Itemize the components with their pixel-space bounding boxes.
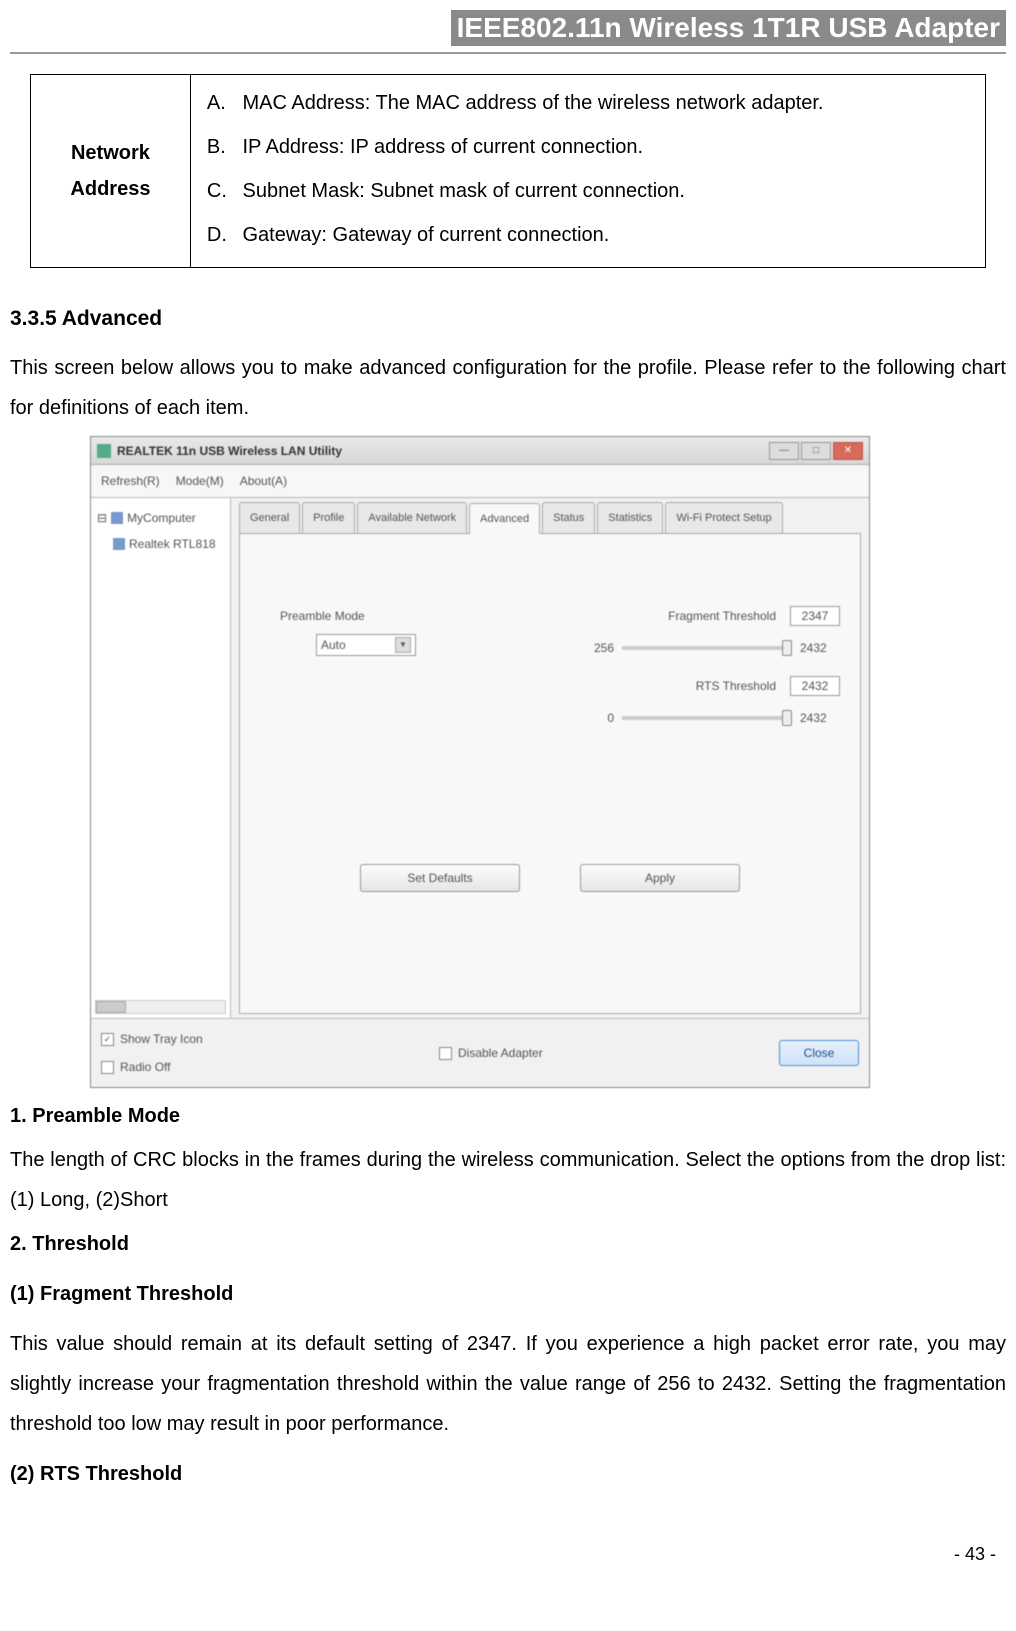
maximize-button[interactable]: □	[801, 442, 831, 460]
tab-general[interactable]: General	[239, 502, 300, 533]
disable-adapter-label: Disable Adapter	[458, 1041, 543, 1065]
adapter-icon	[113, 538, 125, 550]
list-letter: D.	[207, 215, 237, 255]
window-title: REALTEK 11n USB Wireless LAN Utility	[117, 439, 769, 463]
tree-root-label: MyComputer	[127, 506, 196, 530]
radio-off-label: Radio Off	[120, 1055, 170, 1079]
tab-available-network[interactable]: Available Network	[357, 502, 467, 533]
tree-child-label: Realtek RTL818	[129, 532, 216, 556]
app-window: REALTEK 11n USB Wireless LAN Utility — □…	[90, 436, 870, 1088]
page-title: IEEE802.11n Wireless 1T1R USB Adapter	[451, 10, 1006, 46]
threshold-heading: 2. Threshold	[10, 1224, 1006, 1264]
page-number: - 43 -	[0, 1504, 1016, 1565]
app-icon	[97, 444, 111, 458]
table-label-line1: Network	[47, 135, 174, 171]
table-row: A. MAC Address: The MAC address of the w…	[207, 83, 969, 123]
preamble-label: Preamble Mode	[280, 604, 416, 628]
close-button[interactable]: Close	[779, 1040, 859, 1066]
minimize-button[interactable]: —	[769, 442, 799, 460]
window-titlebar[interactable]: REALTEK 11n USB Wireless LAN Utility — □…	[91, 437, 869, 465]
tab-strip: General Profile Available Network Advanc…	[239, 502, 861, 534]
header-underline	[10, 52, 1006, 54]
fragment-text: This value should remain at its default …	[10, 1324, 1006, 1444]
preamble-value: Auto	[321, 633, 346, 657]
rts-min: 0	[584, 706, 614, 730]
tab-profile[interactable]: Profile	[302, 502, 355, 533]
tab-advanced[interactable]: Advanced	[469, 503, 540, 534]
list-letter: C.	[207, 171, 237, 211]
rts-label: RTS Threshold	[696, 674, 776, 698]
table-label-cell: Network Address	[30, 75, 190, 268]
fragment-slider[interactable]	[622, 646, 792, 650]
menu-about[interactable]: About(A)	[240, 469, 287, 493]
table-desc-cell: A. MAC Address: The MAC address of the w…	[190, 75, 985, 268]
menu-mode[interactable]: Mode(M)	[176, 469, 224, 493]
table-row: C. Subnet Mask: Subnet mask of current c…	[207, 171, 969, 211]
tab-wps[interactable]: Wi-Fi Protect Setup	[665, 502, 782, 533]
tab-status[interactable]: Status	[542, 502, 595, 533]
table-row: D. Gateway: Gateway of current connectio…	[207, 215, 969, 255]
section-heading: 3.3.5 Advanced	[10, 298, 1006, 340]
list-text: MAC Address: The MAC address of the wire…	[242, 92, 823, 114]
slider-thumb-icon[interactable]	[782, 640, 792, 656]
show-tray-label: Show Tray Icon	[120, 1027, 203, 1051]
computer-icon	[111, 512, 123, 524]
fragment-max: 2432	[800, 636, 840, 660]
apply-button[interactable]: Apply	[580, 864, 740, 892]
rts-slider[interactable]	[622, 716, 792, 720]
table-label-line2: Address	[47, 171, 174, 207]
disable-adapter-checkbox[interactable]	[439, 1047, 452, 1060]
rts-heading: (2) RTS Threshold	[10, 1454, 1006, 1494]
tab-statistics[interactable]: Statistics	[597, 502, 663, 533]
fragment-value[interactable]: 2347	[790, 606, 840, 626]
rts-max: 2432	[800, 706, 840, 730]
slider-thumb-icon[interactable]	[782, 710, 792, 726]
tree-scrollbar[interactable]	[95, 1000, 226, 1014]
list-text: Subnet Mask: Subnet mask of current conn…	[242, 180, 684, 202]
show-tray-checkbox[interactable]: ✓	[101, 1033, 114, 1046]
tab-body: Preamble Mode Auto ▼ Fragment Threshold …	[239, 534, 861, 1014]
list-text: IP Address: IP address of current connec…	[242, 136, 643, 158]
menu-refresh[interactable]: Refresh(R)	[101, 469, 160, 493]
bottom-bar: ✓ Show Tray Icon Radio Off Disable Adapt…	[91, 1018, 869, 1087]
table-row: B. IP Address: IP address of current con…	[207, 127, 969, 167]
tree-child[interactable]: Realtek RTL818	[113, 532, 224, 556]
fragment-heading: (1) Fragment Threshold	[10, 1274, 1006, 1314]
radio-off-checkbox[interactable]	[101, 1061, 114, 1074]
window-close-button[interactable]: ✕	[833, 442, 863, 460]
fragment-label: Fragment Threshold	[668, 604, 776, 628]
list-letter: B.	[207, 127, 237, 167]
fragment-min: 256	[584, 636, 614, 660]
network-address-table: Network Address A. MAC Address: The MAC …	[30, 74, 986, 268]
section-intro: This screen below allows you to make adv…	[10, 348, 1006, 428]
preamble-text: The length of CRC blocks in the frames d…	[10, 1140, 1006, 1220]
menubar: Refresh(R) Mode(M) About(A)	[91, 465, 869, 498]
tree-panel: ⊟ MyComputer Realtek RTL818	[91, 498, 231, 1018]
list-letter: A.	[207, 83, 237, 123]
list-text: Gateway: Gateway of current connection.	[242, 224, 609, 246]
page-header: IEEE802.11n Wireless 1T1R USB Adapter	[0, 10, 1016, 46]
preamble-dropdown[interactable]: Auto ▼	[316, 634, 416, 656]
set-defaults-button[interactable]: Set Defaults	[360, 864, 520, 892]
rts-value[interactable]: 2432	[790, 676, 840, 696]
tree-root[interactable]: ⊟ MyComputer	[97, 506, 224, 530]
chevron-down-icon: ▼	[395, 637, 411, 653]
preamble-heading: 1. Preamble Mode	[10, 1096, 1006, 1136]
